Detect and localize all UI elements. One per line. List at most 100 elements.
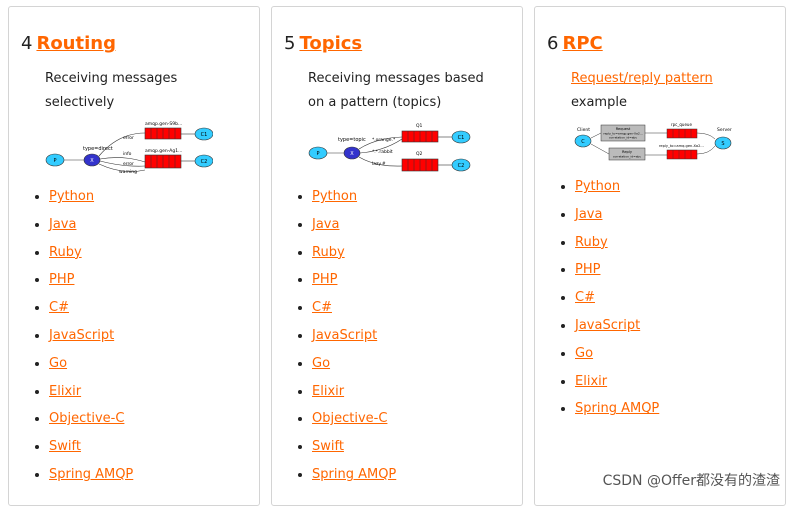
language-link[interactable]: Swift bbox=[49, 439, 81, 454]
language-list: Python Java Ruby PHP C# JavaScript Go El… bbox=[21, 187, 133, 493]
reply-box-correlation: correlation_id=abc bbox=[613, 155, 642, 159]
queue-2-name: amqp.gen-Ag1... bbox=[145, 148, 182, 154]
list-item: Ruby bbox=[312, 243, 396, 271]
binding-2: *.*.rabbit bbox=[372, 149, 393, 155]
language-link[interactable]: Ruby bbox=[49, 245, 82, 260]
language-link[interactable]: PHP bbox=[49, 272, 74, 287]
binding-1: *.orange.* bbox=[372, 137, 396, 143]
consumer-2-label: C2 bbox=[201, 159, 208, 165]
producer-label: P bbox=[316, 151, 319, 157]
rpc-queue-label: rpc_queue bbox=[671, 122, 692, 127]
list-item: Elixir bbox=[312, 382, 396, 410]
list-item: Go bbox=[49, 354, 133, 382]
list-item: Ruby bbox=[575, 233, 659, 261]
list-item: Java bbox=[49, 215, 133, 243]
language-link[interactable]: Ruby bbox=[575, 235, 608, 250]
language-link[interactable]: Python bbox=[49, 189, 94, 204]
csdn-watermark: CSDN @Offer都没有的渣渣 bbox=[600, 470, 782, 490]
language-link[interactable]: Objective-C bbox=[49, 411, 124, 426]
description-line-2: selectively bbox=[45, 95, 115, 110]
description-line-1: Request/reply pattern bbox=[571, 67, 771, 91]
consumer-1-label: C1 bbox=[201, 132, 208, 138]
language-link[interactable]: Go bbox=[312, 356, 330, 371]
language-link[interactable]: Elixir bbox=[312, 384, 344, 399]
language-link[interactable]: JavaScript bbox=[312, 328, 377, 343]
language-list: Python Java Ruby PHP C# JavaScript Go El… bbox=[547, 177, 659, 427]
list-item: Spring AMQP bbox=[49, 465, 133, 493]
language-link[interactable]: C# bbox=[49, 300, 69, 315]
language-link[interactable]: Java bbox=[312, 217, 339, 232]
language-link[interactable]: Go bbox=[49, 356, 67, 371]
server-label: Server bbox=[717, 127, 732, 133]
client-node-label: C bbox=[581, 139, 585, 145]
language-link[interactable]: Spring AMQP bbox=[49, 467, 133, 482]
routing-title-link[interactable]: Routing bbox=[36, 33, 116, 54]
list-item: C# bbox=[49, 298, 133, 326]
language-link[interactable]: JavaScript bbox=[49, 328, 114, 343]
exchange-label: X bbox=[90, 158, 94, 164]
list-item: PHP bbox=[312, 270, 396, 298]
tutorial-number: 4 bbox=[21, 33, 33, 54]
card-description: Receiving messages based on a pattern (t… bbox=[308, 67, 508, 115]
list-item: Elixir bbox=[575, 372, 659, 400]
producer-label: P bbox=[53, 158, 56, 164]
language-link[interactable]: Ruby bbox=[312, 245, 345, 260]
list-item: Go bbox=[575, 344, 659, 372]
queue-1-name: Q1 bbox=[416, 123, 423, 129]
list-item: Java bbox=[312, 215, 396, 243]
language-link[interactable]: Spring AMQP bbox=[312, 467, 396, 482]
list-item: Python bbox=[312, 187, 396, 215]
list-item: JavaScript bbox=[312, 326, 396, 354]
language-link[interactable]: Elixir bbox=[49, 384, 81, 399]
request-reply-link[interactable]: Request/reply pattern bbox=[571, 71, 713, 86]
rpc-title-link[interactable]: RPC bbox=[562, 33, 602, 54]
language-link[interactable]: C# bbox=[575, 290, 595, 305]
description-line-2: example bbox=[571, 95, 627, 110]
language-link[interactable]: PHP bbox=[575, 262, 600, 277]
list-item: JavaScript bbox=[575, 316, 659, 344]
tutorial-card-topics: 5 Topics Receiving messages based on a pa… bbox=[271, 6, 523, 506]
description-line-1: Receiving messages bbox=[45, 71, 178, 86]
reply-box-title: Reply bbox=[622, 150, 633, 154]
consumer-1-label: C1 bbox=[458, 135, 465, 141]
reply-queue-label: reply_to=amq.gen-Xa2... bbox=[659, 144, 704, 148]
language-link[interactable]: PHP bbox=[312, 272, 337, 287]
list-item: Java bbox=[575, 205, 659, 233]
description-line-2: on a pattern (topics) bbox=[308, 95, 442, 110]
language-link[interactable]: Elixir bbox=[575, 374, 607, 389]
list-item: C# bbox=[312, 298, 396, 326]
list-item: PHP bbox=[575, 260, 659, 288]
list-item: Swift bbox=[312, 437, 396, 465]
list-item: Spring AMQP bbox=[575, 399, 659, 427]
language-link[interactable]: Spring AMQP bbox=[575, 401, 659, 416]
list-item: Go bbox=[312, 354, 396, 382]
language-link[interactable]: Go bbox=[575, 346, 593, 361]
language-link[interactable]: Objective-C bbox=[312, 411, 387, 426]
request-box-correlation: correlation_id=abc bbox=[609, 136, 638, 140]
language-link[interactable]: Python bbox=[575, 179, 620, 194]
card-description: Receiving messages selectively bbox=[45, 67, 245, 115]
topics-diagram: P X type=topic *.orange.* *.*.rabbit laz… bbox=[308, 123, 471, 172]
routing-diagram: P X type=direct error info error warning… bbox=[45, 121, 213, 175]
language-list: Python Java Ruby PHP C# JavaScript Go El… bbox=[284, 187, 396, 493]
language-link[interactable]: Swift bbox=[312, 439, 344, 454]
language-link[interactable]: Java bbox=[49, 217, 76, 232]
list-item: Ruby bbox=[49, 243, 133, 271]
tutorial-card-routing: 4 Routing Receiving messages selectively … bbox=[8, 6, 260, 506]
list-item: PHP bbox=[49, 270, 133, 298]
language-link[interactable]: Java bbox=[575, 207, 602, 222]
language-link[interactable]: JavaScript bbox=[575, 318, 640, 333]
server-node-label: S bbox=[721, 141, 724, 147]
card-description: Request/reply pattern example bbox=[571, 67, 771, 115]
list-item: Objective-C bbox=[312, 409, 396, 437]
list-item: Elixir bbox=[49, 382, 133, 410]
topics-title-link[interactable]: Topics bbox=[299, 33, 362, 54]
consumer-2-label: C2 bbox=[458, 163, 465, 169]
binding-warning: warning bbox=[119, 169, 137, 175]
language-link[interactable]: C# bbox=[312, 300, 332, 315]
queue-1-name: amqp.gen-S9b... bbox=[145, 121, 182, 127]
request-box-title: Request bbox=[616, 127, 631, 131]
binding-3: lazy.# bbox=[372, 161, 386, 167]
language-link[interactable]: Python bbox=[312, 189, 357, 204]
client-label: Client bbox=[577, 127, 590, 133]
